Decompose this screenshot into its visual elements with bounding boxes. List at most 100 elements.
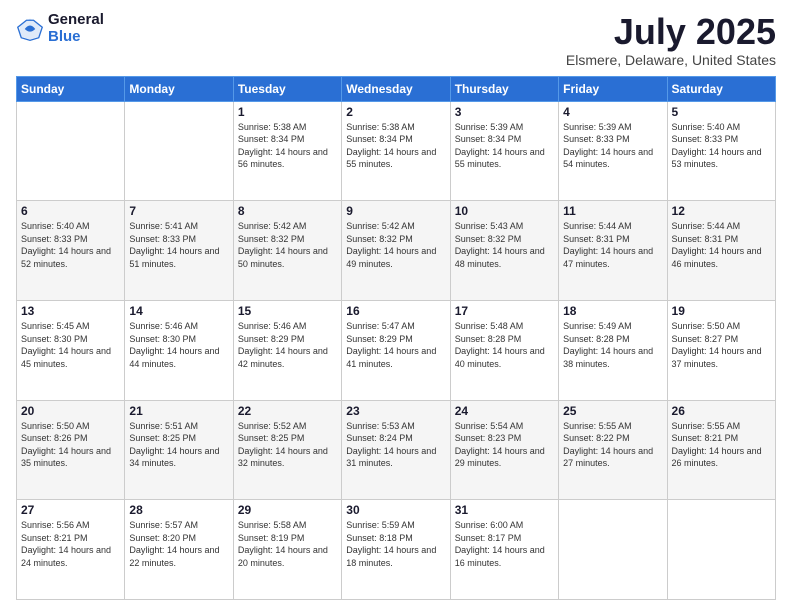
sunset-text: Sunset: 8:33 PM <box>21 234 88 244</box>
calendar-week-row: 20 Sunrise: 5:50 AM Sunset: 8:26 PM Dayl… <box>17 400 776 500</box>
table-row: 29 Sunrise: 5:58 AM Sunset: 8:19 PM Dayl… <box>233 500 341 600</box>
sunrise-text: Sunrise: 5:56 AM <box>21 520 90 530</box>
sunset-text: Sunset: 8:21 PM <box>672 433 739 443</box>
day-info: Sunrise: 5:43 AM Sunset: 8:32 PM Dayligh… <box>455 220 554 270</box>
sunset-text: Sunset: 8:30 PM <box>21 334 88 344</box>
table-row: 18 Sunrise: 5:49 AM Sunset: 8:28 PM Dayl… <box>559 300 667 400</box>
table-row: 11 Sunrise: 5:44 AM Sunset: 8:31 PM Dayl… <box>559 201 667 301</box>
sunset-text: Sunset: 8:29 PM <box>238 334 305 344</box>
day-info: Sunrise: 5:52 AM Sunset: 8:25 PM Dayligh… <box>238 420 337 470</box>
day-number: 29 <box>238 503 337 517</box>
sunset-text: Sunset: 8:34 PM <box>346 134 413 144</box>
day-number: 26 <box>672 404 771 418</box>
sunset-text: Sunset: 8:19 PM <box>238 533 305 543</box>
table-row: 21 Sunrise: 5:51 AM Sunset: 8:25 PM Dayl… <box>125 400 233 500</box>
day-number: 18 <box>563 304 662 318</box>
table-row: 5 Sunrise: 5:40 AM Sunset: 8:33 PM Dayli… <box>667 101 775 201</box>
logo-general-text: General <box>48 12 104 29</box>
day-number: 4 <box>563 105 662 119</box>
logo-blue-text: Blue <box>48 29 104 46</box>
sunrise-text: Sunrise: 5:55 AM <box>563 421 632 431</box>
col-tuesday: Tuesday <box>233 76 341 101</box>
day-info: Sunrise: 5:39 AM Sunset: 8:34 PM Dayligh… <box>455 121 554 171</box>
day-number: 23 <box>346 404 445 418</box>
header: General Blue July 2025 Elsmere, Delaware… <box>16 12 776 68</box>
sunrise-text: Sunrise: 5:41 AM <box>129 221 198 231</box>
page: General Blue July 2025 Elsmere, Delaware… <box>0 0 792 612</box>
subtitle: Elsmere, Delaware, United States <box>566 52 776 68</box>
table-row: 23 Sunrise: 5:53 AM Sunset: 8:24 PM Dayl… <box>342 400 450 500</box>
day-info: Sunrise: 5:55 AM Sunset: 8:21 PM Dayligh… <box>672 420 771 470</box>
day-info: Sunrise: 5:50 AM Sunset: 8:27 PM Dayligh… <box>672 320 771 370</box>
day-number: 3 <box>455 105 554 119</box>
day-number: 28 <box>129 503 228 517</box>
day-number: 15 <box>238 304 337 318</box>
sunrise-text: Sunrise: 5:49 AM <box>563 321 632 331</box>
daylight-text: Daylight: 14 hours and 40 minutes. <box>455 346 545 369</box>
daylight-text: Daylight: 14 hours and 49 minutes. <box>346 246 436 269</box>
day-info: Sunrise: 5:47 AM Sunset: 8:29 PM Dayligh… <box>346 320 445 370</box>
day-info: Sunrise: 5:44 AM Sunset: 8:31 PM Dayligh… <box>672 220 771 270</box>
sunrise-text: Sunrise: 5:43 AM <box>455 221 524 231</box>
sunrise-text: Sunrise: 5:53 AM <box>346 421 415 431</box>
table-row <box>559 500 667 600</box>
sunset-text: Sunset: 8:34 PM <box>455 134 522 144</box>
day-info: Sunrise: 5:40 AM Sunset: 8:33 PM Dayligh… <box>21 220 120 270</box>
sunrise-text: Sunrise: 5:46 AM <box>238 321 307 331</box>
daylight-text: Daylight: 14 hours and 45 minutes. <box>21 346 111 369</box>
daylight-text: Daylight: 14 hours and 31 minutes. <box>346 446 436 469</box>
sunset-text: Sunset: 8:23 PM <box>455 433 522 443</box>
col-saturday: Saturday <box>667 76 775 101</box>
day-info: Sunrise: 5:51 AM Sunset: 8:25 PM Dayligh… <box>129 420 228 470</box>
day-info: Sunrise: 5:58 AM Sunset: 8:19 PM Dayligh… <box>238 519 337 569</box>
sunrise-text: Sunrise: 5:59 AM <box>346 520 415 530</box>
day-number: 14 <box>129 304 228 318</box>
day-info: Sunrise: 5:38 AM Sunset: 8:34 PM Dayligh… <box>238 121 337 171</box>
sunrise-text: Sunrise: 5:48 AM <box>455 321 524 331</box>
day-info: Sunrise: 5:38 AM Sunset: 8:34 PM Dayligh… <box>346 121 445 171</box>
day-number: 21 <box>129 404 228 418</box>
table-row: 14 Sunrise: 5:46 AM Sunset: 8:30 PM Dayl… <box>125 300 233 400</box>
sunset-text: Sunset: 8:33 PM <box>563 134 630 144</box>
daylight-text: Daylight: 14 hours and 42 minutes. <box>238 346 328 369</box>
day-info: Sunrise: 5:41 AM Sunset: 8:33 PM Dayligh… <box>129 220 228 270</box>
day-number: 2 <box>346 105 445 119</box>
day-number: 31 <box>455 503 554 517</box>
sunset-text: Sunset: 8:25 PM <box>238 433 305 443</box>
day-number: 27 <box>21 503 120 517</box>
table-row: 25 Sunrise: 5:55 AM Sunset: 8:22 PM Dayl… <box>559 400 667 500</box>
sunset-text: Sunset: 8:32 PM <box>238 234 305 244</box>
day-number: 22 <box>238 404 337 418</box>
calendar-week-row: 6 Sunrise: 5:40 AM Sunset: 8:33 PM Dayli… <box>17 201 776 301</box>
sunrise-text: Sunrise: 5:40 AM <box>672 122 741 132</box>
sunset-text: Sunset: 8:31 PM <box>563 234 630 244</box>
sunset-text: Sunset: 8:28 PM <box>455 334 522 344</box>
table-row: 1 Sunrise: 5:38 AM Sunset: 8:34 PM Dayli… <box>233 101 341 201</box>
table-row: 28 Sunrise: 5:57 AM Sunset: 8:20 PM Dayl… <box>125 500 233 600</box>
daylight-text: Daylight: 14 hours and 55 minutes. <box>455 147 545 170</box>
day-info: Sunrise: 5:42 AM Sunset: 8:32 PM Dayligh… <box>238 220 337 270</box>
col-friday: Friday <box>559 76 667 101</box>
sunset-text: Sunset: 8:31 PM <box>672 234 739 244</box>
sunrise-text: Sunrise: 5:39 AM <box>455 122 524 132</box>
day-number: 11 <box>563 204 662 218</box>
sunset-text: Sunset: 8:32 PM <box>346 234 413 244</box>
day-info: Sunrise: 5:57 AM Sunset: 8:20 PM Dayligh… <box>129 519 228 569</box>
day-number: 30 <box>346 503 445 517</box>
logo: General Blue <box>16 12 104 45</box>
day-number: 25 <box>563 404 662 418</box>
daylight-text: Daylight: 14 hours and 27 minutes. <box>563 446 653 469</box>
col-wednesday: Wednesday <box>342 76 450 101</box>
table-row: 3 Sunrise: 5:39 AM Sunset: 8:34 PM Dayli… <box>450 101 558 201</box>
sunset-text: Sunset: 8:33 PM <box>129 234 196 244</box>
sunrise-text: Sunrise: 6:00 AM <box>455 520 524 530</box>
table-row: 17 Sunrise: 5:48 AM Sunset: 8:28 PM Dayl… <box>450 300 558 400</box>
day-info: Sunrise: 6:00 AM Sunset: 8:17 PM Dayligh… <box>455 519 554 569</box>
table-row: 15 Sunrise: 5:46 AM Sunset: 8:29 PM Dayl… <box>233 300 341 400</box>
daylight-text: Daylight: 14 hours and 56 minutes. <box>238 147 328 170</box>
sunrise-text: Sunrise: 5:54 AM <box>455 421 524 431</box>
daylight-text: Daylight: 14 hours and 35 minutes. <box>21 446 111 469</box>
daylight-text: Daylight: 14 hours and 38 minutes. <box>563 346 653 369</box>
day-info: Sunrise: 5:54 AM Sunset: 8:23 PM Dayligh… <box>455 420 554 470</box>
sunrise-text: Sunrise: 5:47 AM <box>346 321 415 331</box>
